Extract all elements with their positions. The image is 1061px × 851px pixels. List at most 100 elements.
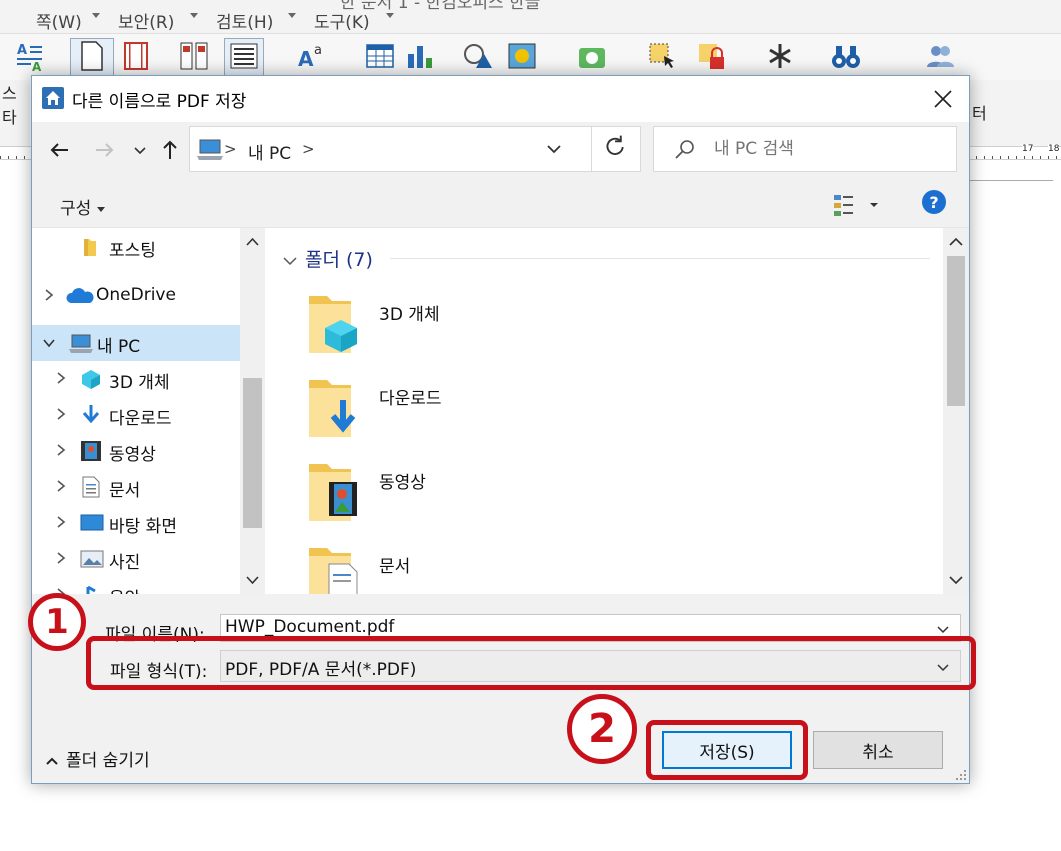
organize-button[interactable]: 구성 [60,194,106,219]
folder-item-downloads[interactable]: 다운로드 [305,376,905,460]
view-options-icon[interactable] [832,192,884,218]
search-icon [675,140,694,159]
nav-item-videos[interactable]: 동영상 [32,434,240,468]
expand-chevron-icon[interactable] [54,551,68,565]
columns-icon[interactable] [178,40,210,72]
nav-item-documents[interactable]: 문서 [32,470,240,504]
recent-locations-chevron-icon[interactable] [130,136,150,164]
picture-icon[interactable] [506,40,538,72]
expand-chevron-icon[interactable] [54,515,68,529]
nav-item-desktop[interactable]: 바탕 화면 [32,506,240,540]
nav-item-music[interactable]: 음악 [32,578,240,594]
nav-item-label: OneDrive [96,285,176,305]
nav-item-downloads[interactable]: 다운로드 [32,398,240,432]
shapes-icon[interactable] [460,40,492,72]
emoticon-icon[interactable] [576,40,608,72]
videos-folder-icon [309,464,357,521]
expand-chevron-icon[interactable] [54,407,68,421]
cancel-button[interactable]: 취소 [813,731,943,769]
spell-check-icon[interactable]: A a [296,40,328,72]
style-icon[interactable]: A A [14,40,46,72]
scroll-down-icon[interactable] [245,574,260,586]
page-icon[interactable] [76,40,108,72]
address-bar[interactable]: > 내 PC > [189,126,619,172]
file-list-scroll-thumb[interactable] [947,256,965,406]
menu-review[interactable]: 검토(H) [216,8,273,33]
command-bar: 구성 [32,180,969,228]
document-icon [82,476,100,498]
expand-chevron-icon[interactable] [54,479,68,493]
page-border-icon[interactable] [120,40,152,72]
help-icon[interactable]: ? [921,189,947,215]
nav-pane-scroll-thumb[interactable] [243,378,262,528]
back-arrow-icon[interactable] [46,136,74,164]
file-list-scrollbar[interactable] [943,228,969,594]
nav-item-label: 포스팅 [109,241,156,261]
paragraph-icon[interactable] [228,40,260,72]
nav-item-posting[interactable]: 포스팅 [32,230,240,264]
nav-item-onedrive[interactable]: OneDrive [32,279,240,313]
dialog-title-bar: 다른 이름으로 PDF 저장 [32,76,969,122]
lock-icon[interactable] [696,40,728,72]
users-icon[interactable] [924,40,956,72]
breadcrumb-chevron-icon[interactable]: > [302,140,315,158]
nav-pane-scrollbar[interactable] [240,228,265,594]
nav-item-this-pc[interactable]: 내 PC [32,325,240,361]
up-arrow-icon[interactable] [156,136,184,164]
resize-grip-icon[interactable] [955,769,967,781]
hide-folders-label: 폴더 숨기기 [66,751,150,771]
close-icon[interactable] [929,85,957,113]
address-dropdown-icon[interactable] [544,139,564,159]
desktop-icon [80,514,104,531]
folder-item-3d-objects[interactable]: 3D 개체 [305,292,905,376]
asterisk-icon[interactable] [764,40,796,72]
svg-text:A: A [17,43,27,58]
navigation-bar: > 내 PC > [32,122,969,180]
folder-item-documents[interactable]: 문서 [305,544,905,594]
breadcrumb-this-pc[interactable]: 내 PC [248,139,291,164]
annotation-file-type-highlight [86,636,976,690]
expand-chevron-icon[interactable] [54,371,68,385]
pc-icon [69,334,93,353]
svg-text:?: ? [929,193,938,212]
menu-security[interactable]: 보안(R) [118,8,174,33]
video-icon [81,441,101,461]
file-name-dropdown-icon[interactable] [936,622,950,636]
svg-text:A: A [298,47,314,71]
scroll-up-icon[interactable] [948,236,964,248]
downloads-folder-icon [309,380,356,437]
nav-item-pictures[interactable]: 사진 [32,542,240,576]
app-toolbar: A A A a [0,34,1061,80]
scroll-down-icon[interactable] [948,574,964,586]
binoculars-icon[interactable] [830,40,862,72]
nav-item-label: 3D 개체 [109,373,170,393]
menu-tools[interactable]: 도구(K) [314,8,370,33]
forward-arrow-icon[interactable] [90,136,118,164]
hide-folders-button[interactable]: 폴더 숨기기 [46,746,150,771]
table-icon[interactable] [364,40,396,72]
nav-item-label: 음악 [109,584,140,594]
file-list: 폴더 (7) 3D 개체 다운로드 동영상 문서 [265,228,969,594]
expand-chevron-icon[interactable] [54,443,68,457]
annotation-save-highlight [646,720,808,780]
refresh-icon[interactable] [591,126,641,172]
chart-icon[interactable] [404,40,436,72]
annotation-step-2: 2 [567,694,637,764]
group-collapse-chevron-icon[interactable] [283,256,297,266]
scroll-up-icon[interactable] [245,236,260,248]
chevron-up-icon [46,757,58,765]
app-style-label: 스타 [2,84,17,127]
page-edge [968,180,1053,780]
folders-group-header[interactable]: 폴더 (7) [283,245,373,272]
search-input[interactable] [712,135,942,163]
folder-item-videos[interactable]: 동영상 [305,460,905,544]
dialog-title: 다른 이름으로 PDF 저장 [72,92,247,112]
file-name-value[interactable]: HWP_Document.pdf [225,617,394,637]
select-object-icon[interactable] [646,40,678,72]
folder-icon [84,239,96,256]
expand-chevron-icon[interactable] [42,288,56,302]
menu-page[interactable]: 쪽(W) [36,8,82,33]
nav-item-3d-objects[interactable]: 3D 개체 [32,362,240,396]
collapse-chevron-icon[interactable] [42,336,56,350]
search-box[interactable] [653,126,957,172]
